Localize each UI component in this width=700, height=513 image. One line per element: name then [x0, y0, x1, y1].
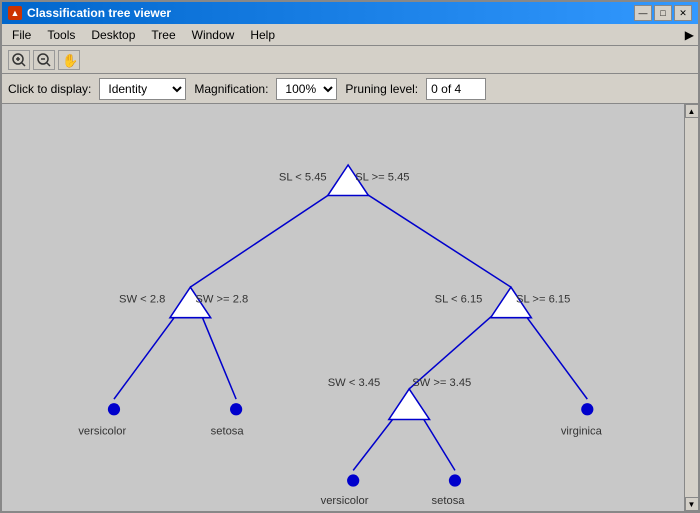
app-icon: ▲	[8, 6, 22, 20]
menu-desktop[interactable]: Desktop	[85, 26, 141, 44]
menu-bar: File Tools Desktop Tree Window Help ▶	[2, 24, 698, 46]
edge-root-right	[353, 185, 511, 287]
toolbar: ✋	[2, 46, 698, 74]
menu-file[interactable]: File	[6, 26, 37, 44]
zoom-in-icon	[11, 52, 27, 68]
magnification-select[interactable]: 50% 75% 100% 125% 150%	[276, 78, 337, 100]
leaf-label-virginica: virginica	[561, 426, 603, 438]
menu-tools[interactable]: Tools	[41, 26, 81, 44]
scroll-up-button[interactable]: ▲	[685, 104, 699, 118]
title-bar-left: ▲ Classification tree viewer	[8, 6, 171, 20]
edge-left-lr	[197, 305, 236, 399]
controls-bar: Click to display: Identity Class Probabi…	[2, 74, 698, 104]
click-to-display-select[interactable]: Identity Class Probability	[99, 78, 186, 100]
leaf-label-versicolor-2: versicolor	[321, 495, 369, 507]
tree-canvas: SL < 5.45 SL >= 5.45 SW < 2.8 SW >= 2.8 …	[2, 104, 684, 511]
pruning-level-input[interactable]	[426, 78, 486, 100]
rl-label-left: SW < 3.45	[328, 377, 381, 389]
zoom-out-button[interactable]	[33, 50, 55, 70]
right-label-right: SL >= 6.15	[516, 293, 570, 305]
leaf-label-setosa-2: setosa	[432, 495, 466, 507]
node-rl[interactable]	[389, 389, 430, 420]
pan-button[interactable]: ✋	[58, 50, 80, 70]
close-button[interactable]: ✕	[674, 5, 692, 21]
scroll-down-button[interactable]: ▼	[685, 497, 699, 511]
svg-text:✋: ✋	[62, 53, 77, 68]
left-label-left: SW < 2.8	[119, 293, 165, 305]
rl-label-right: SW >= 3.45	[412, 377, 471, 389]
scrollbar-right: ▲ ▼	[684, 104, 698, 511]
edge-right-rr	[518, 305, 587, 399]
menu-help[interactable]: Help	[244, 26, 281, 44]
pan-icon: ✋	[61, 52, 77, 68]
edge-root-left	[190, 185, 343, 287]
menu-tree[interactable]: Tree	[145, 26, 181, 44]
root-label-left: SL < 5.45	[279, 171, 327, 183]
leaf-versicolor-1[interactable]	[108, 403, 120, 415]
leaf-label-versicolor-1: versicolor	[78, 426, 126, 438]
leaf-setosa-1[interactable]	[230, 403, 242, 415]
leaf-versicolor-2[interactable]	[347, 474, 359, 486]
click-to-display-label: Click to display:	[8, 82, 91, 96]
main-area: ▲ ▼	[2, 104, 698, 511]
menu-arrow[interactable]: ▶	[685, 28, 694, 42]
zoom-out-icon	[36, 52, 52, 68]
restore-button[interactable]: □	[654, 5, 672, 21]
leaf-setosa-2[interactable]	[449, 474, 461, 486]
tree-svg: SL < 5.45 SL >= 5.45 SW < 2.8 SW >= 2.8 …	[2, 104, 684, 511]
magnification-label: Magnification:	[194, 82, 268, 96]
pruning-level-label: Pruning level:	[345, 82, 418, 96]
main-window: ▲ Classification tree viewer — □ ✕ File …	[0, 0, 700, 513]
title-buttons: — □ ✕	[634, 5, 692, 21]
zoom-in-button[interactable]	[8, 50, 30, 70]
edge-left-ll	[114, 305, 183, 399]
leaf-virginica[interactable]	[581, 403, 593, 415]
window-title: Classification tree viewer	[27, 6, 171, 20]
leaf-label-setosa-1: setosa	[211, 426, 245, 438]
root-label-right: SL >= 5.45	[355, 171, 409, 183]
minimize-button[interactable]: —	[634, 5, 652, 21]
title-bar: ▲ Classification tree viewer — □ ✕	[2, 2, 698, 24]
menu-window[interactable]: Window	[186, 26, 241, 44]
left-label-right: SW >= 2.8	[195, 293, 248, 305]
right-label-left: SL < 6.15	[435, 293, 483, 305]
